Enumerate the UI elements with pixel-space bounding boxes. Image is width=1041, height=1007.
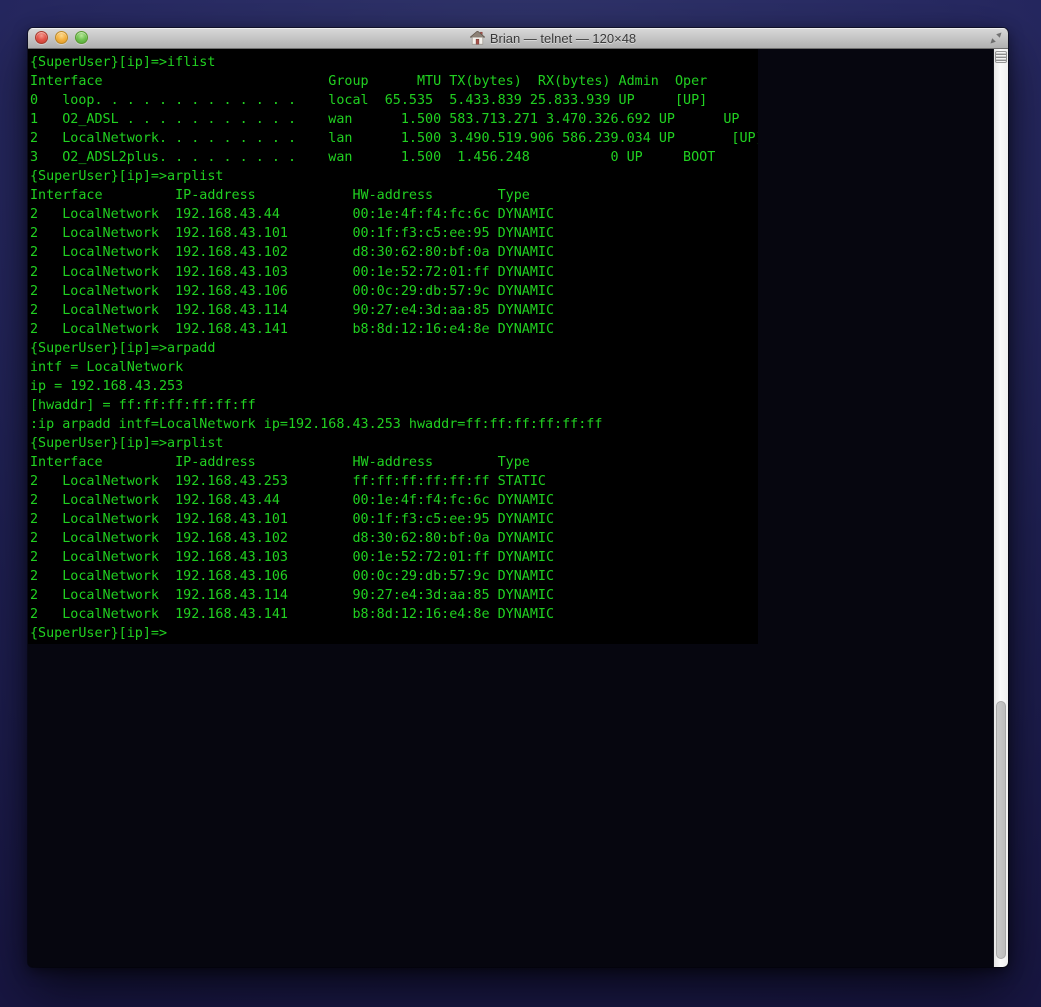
window-content: {SuperUser}[ip]=>iflistInterface Group M… [28,49,1008,967]
terminal-line: {SuperUser}[ip]=> [30,624,758,643]
terminal-line: 2 LocalNetwork 192.168.43.114 90:27:e4:3… [30,301,758,320]
desktop: { "window": { "title": "Brian — telnet —… [0,0,1041,1007]
home-icon[interactable] [470,31,485,45]
terminal-line: Interface IP-address HW-address Type [30,186,758,205]
terminal-window: Brian — telnet — 120×48 {SuperUser}[ip]=… [28,28,1008,967]
terminal-line: 1 O2_ADSL . . . . . . . . . . . wan 1.50… [30,110,758,129]
terminal-line: 2 LocalNetwork 192.168.43.106 00:0c:29:d… [30,567,758,586]
title-area: Brian — telnet — 120×48 [128,28,978,48]
window-controls [36,32,88,44]
terminal-line: 2 LocalNetwork 192.168.43.101 00:1f:f3:c… [30,510,758,529]
terminal-pane[interactable]: {SuperUser}[ip]=>iflistInterface Group M… [28,49,993,967]
terminal-line: 2 LocalNetwork 192.168.43.101 00:1f:f3:c… [30,224,758,243]
scrollbar[interactable] [993,49,1008,967]
terminal-line: {SuperUser}[ip]=>iflist [30,53,758,72]
terminal-line: Interface IP-address HW-address Type [30,453,758,472]
split-pane-handle-icon[interactable] [995,51,1007,63]
terminal-line: 2 LocalNetwork 192.168.43.106 00:0c:29:d… [30,282,758,301]
terminal-line: 2 LocalNetwork 192.168.43.141 b8:8d:12:1… [30,320,758,339]
terminal-line: 0 loop. . . . . . . . . . . . . local 65… [30,91,758,110]
title-bar[interactable]: Brian — telnet — 120×48 [28,28,1008,49]
terminal-line: intf = LocalNetwork [30,358,758,377]
terminal-line: 2 LocalNetwork 192.168.43.102 d8:30:62:8… [30,529,758,548]
terminal-line: ip = 192.168.43.253 [30,377,758,396]
terminal-line: 3 O2_ADSL2plus. . . . . . . . . wan 1.50… [30,148,758,167]
terminal-line: 2 LocalNetwork 192.168.43.253 ff:ff:ff:f… [30,472,758,491]
terminal-line: 2 LocalNetwork 192.168.43.114 90:27:e4:3… [30,586,758,605]
terminal-line: 2 LocalNetwork. . . . . . . . . lan 1.50… [30,129,758,148]
terminal-output: {SuperUser}[ip]=>iflistInterface Group M… [28,49,758,644]
terminal-line: 2 LocalNetwork 192.168.43.103 00:1e:52:7… [30,263,758,282]
terminal-line: {SuperUser}[ip]=>arplist [30,167,758,186]
terminal-line: 2 LocalNetwork 192.168.43.102 d8:30:62:8… [30,243,758,262]
minimize-button[interactable] [55,31,68,44]
terminal-line: {SuperUser}[ip]=>arplist [30,434,758,453]
terminal-line: [hwaddr] = ff:ff:ff:ff:ff:ff [30,396,758,415]
close-button[interactable] [35,31,48,44]
zoom-button[interactable] [75,31,88,44]
terminal-line: {SuperUser}[ip]=>arpadd [30,339,758,358]
window-title: Brian — telnet — 120×48 [490,31,636,46]
terminal-line: 2 LocalNetwork 192.168.43.103 00:1e:52:7… [30,548,758,567]
terminal-line: Interface Group MTU TX(bytes) RX(bytes) … [30,72,758,91]
terminal-line: 2 LocalNetwork 192.168.43.44 00:1e:4f:f4… [30,491,758,510]
scrollbar-thumb[interactable] [996,701,1006,959]
terminal-line: 2 LocalNetwork 192.168.43.44 00:1e:4f:f4… [30,205,758,224]
terminal-line: 2 LocalNetwork 192.168.43.141 b8:8d:12:1… [30,605,758,624]
terminal-line: :ip arpadd intf=LocalNetwork ip=192.168.… [30,415,758,434]
fullscreen-icon[interactable] [989,31,1003,45]
